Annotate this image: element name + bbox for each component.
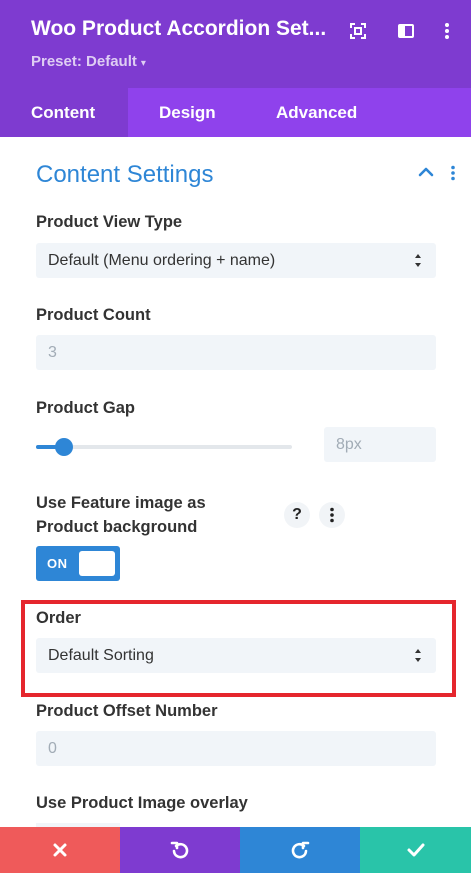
- discard-button[interactable]: [0, 827, 120, 873]
- module-title: Woo Product Accordion Set...: [31, 17, 327, 40]
- option-more-icon[interactable]: [319, 502, 345, 528]
- feature-image-toggle[interactable]: ON: [36, 546, 120, 581]
- highlight-box: [21, 600, 456, 697]
- section-more-icon[interactable]: [448, 165, 458, 181]
- product-gap-input[interactable]: 8px: [324, 427, 436, 462]
- toggle-state-label: ON: [47, 556, 68, 571]
- preset-selector[interactable]: Preset: Default ▾: [31, 53, 146, 70]
- product-view-type-select[interactable]: Default (Menu ordering + name): [36, 243, 436, 278]
- settings-header: Woo Product Accordion Set... Preset: Def…: [0, 0, 471, 88]
- select-arrows-icon: [415, 254, 421, 267]
- feature-image-label-line1: Use Feature image as: [36, 494, 206, 512]
- toggle-knob: [79, 551, 115, 576]
- chevron-up-icon[interactable]: [417, 165, 435, 179]
- product-count-label: Product Count: [36, 306, 151, 324]
- close-icon: [53, 843, 67, 857]
- preset-label: Preset: Default: [31, 53, 137, 70]
- product-offset-input[interactable]: 0: [36, 731, 436, 766]
- tab-bar: Content Design Advanced: [0, 88, 471, 137]
- tab-design[interactable]: Design: [159, 88, 216, 137]
- section-title[interactable]: Content Settings: [36, 161, 213, 189]
- product-view-type-value: Default (Menu ordering + name): [48, 252, 276, 269]
- image-overlay-label: Use Product Image overlay: [36, 794, 248, 812]
- redo-button[interactable]: [240, 827, 360, 873]
- product-count-input[interactable]: 3: [36, 335, 436, 370]
- action-bar: [0, 827, 471, 873]
- product-gap-slider[interactable]: [36, 438, 292, 456]
- product-offset-label: Product Offset Number: [36, 702, 218, 720]
- undo-button[interactable]: [120, 827, 240, 873]
- product-view-type-label: Product View Type: [36, 213, 183, 231]
- help-icon[interactable]: ?: [284, 502, 310, 528]
- caret-down-icon: ▾: [140, 58, 146, 69]
- save-button[interactable]: [360, 827, 471, 873]
- check-icon: [407, 843, 424, 857]
- feature-image-label-line2: Product background: [36, 518, 198, 536]
- undo-icon: [170, 841, 189, 859]
- tab-content[interactable]: Content: [0, 88, 128, 137]
- settings-panel: Content Settings Product View Type Defau…: [0, 137, 471, 827]
- more-vertical-icon[interactable]: [437, 21, 457, 41]
- slider-handle[interactable]: [55, 438, 74, 456]
- redo-icon: [291, 841, 310, 859]
- tab-advanced[interactable]: Advanced: [276, 88, 357, 137]
- product-gap-label: Product Gap: [36, 399, 136, 417]
- screen-capture-icon[interactable]: [348, 21, 368, 41]
- sidebar-layout-icon[interactable]: [396, 21, 416, 41]
